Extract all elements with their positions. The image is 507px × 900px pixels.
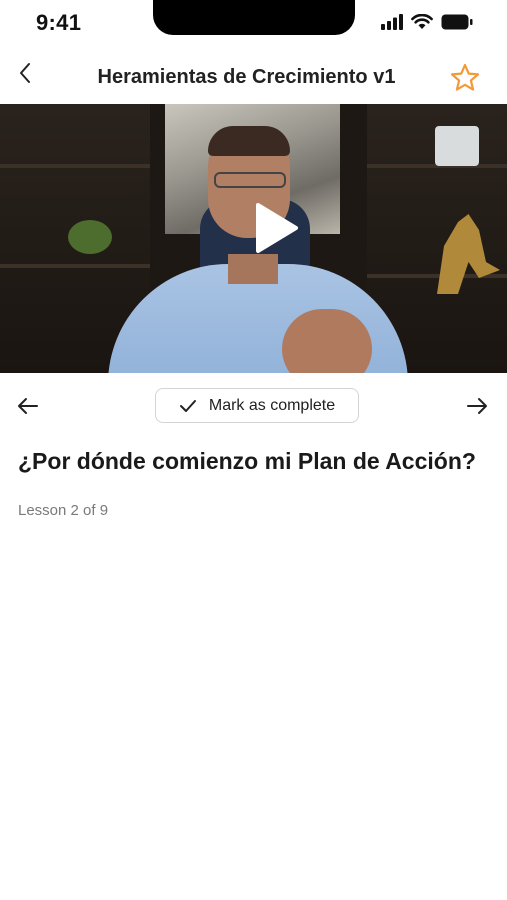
- mark-complete-button[interactable]: Mark as complete: [155, 388, 359, 423]
- lesson-progress-text: Lesson 2 of 9: [18, 502, 109, 519]
- lesson-nav: Mark as complete: [0, 384, 507, 428]
- battery-icon: [441, 14, 473, 30]
- wifi-icon: [411, 14, 433, 29]
- mark-complete-label: Mark as complete: [208, 396, 336, 414]
- video-person-neck: [228, 254, 278, 284]
- shelf-divider: [0, 264, 150, 268]
- video-player[interactable]: [0, 104, 507, 373]
- shelf-divider: [0, 164, 150, 168]
- play-icon[interactable]: [254, 201, 300, 255]
- video-person-hand: [282, 309, 372, 373]
- arrow-right-icon[interactable]: [465, 394, 489, 418]
- status-time: 9:41: [36, 10, 82, 35]
- video-person-glasses: [214, 172, 286, 188]
- star-outline-icon[interactable]: [449, 62, 481, 94]
- lesson-title: ¿Por dónde comienzo mi Plan de Acción?: [18, 448, 476, 474]
- signal-icon: [381, 14, 403, 30]
- status-icons: [381, 14, 473, 30]
- status-bar: 9:41: [0, 0, 507, 48]
- checkmark-icon: [179, 399, 196, 412]
- video-plant: [68, 220, 112, 254]
- video-person-hair: [208, 126, 290, 156]
- video-clock: [435, 126, 479, 166]
- device-notch: [153, 0, 355, 35]
- page-title: Heramientas de Crecimiento v1: [97, 66, 396, 88]
- arrow-left-icon[interactable]: [16, 394, 40, 418]
- nav-header: Heramientas de Crecimiento v1: [0, 50, 507, 104]
